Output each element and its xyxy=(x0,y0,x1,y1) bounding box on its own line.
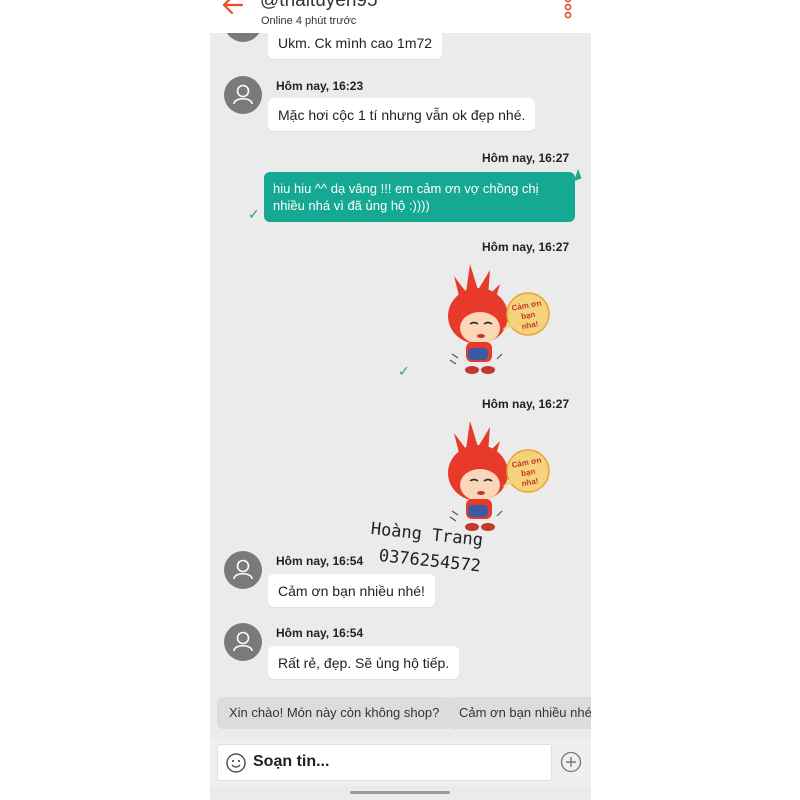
home-indicator xyxy=(350,791,450,794)
add-attachment-icon[interactable] xyxy=(560,751,582,773)
message-timestamp: Hôm nay, 16:27 xyxy=(482,240,570,254)
quick-replies-bar: Xin chào! Món này còn không shop? Cảm ơn… xyxy=(210,691,591,737)
quick-reply-chip[interactable]: Cảm ơn bạn nhiều nhé! xyxy=(447,697,591,729)
message-composer: Soạn tin... xyxy=(210,738,591,786)
online-status: Online 4 phút trước xyxy=(261,15,357,27)
message-timestamp: Hôm nay, 16:27 xyxy=(482,151,570,165)
outgoing-message-bubble[interactable]: hiu hiu ^^ dạ vâng !!! em cảm ơn vợ chồn… xyxy=(264,168,582,222)
emoji-icon[interactable] xyxy=(225,752,247,774)
message-timestamp: Hôm nay, 16:23 xyxy=(276,79,364,93)
contact-avatar[interactable] xyxy=(224,623,262,661)
thank-you-sticker[interactable]: Cảm ơn bạn nha! xyxy=(438,415,553,540)
chat-screen: @thaituyen95 Online 4 phút trước Ukm. Ck… xyxy=(210,0,591,800)
back-arrow-icon[interactable] xyxy=(220,0,246,18)
user-icon xyxy=(233,631,253,652)
incoming-message-bubble[interactable]: Rất rẻ, đẹp. Sẽ ủng hộ tiếp. xyxy=(268,646,460,679)
bubble-tail xyxy=(570,168,582,182)
contact-avatar[interactable] xyxy=(224,551,262,589)
contact-avatar[interactable] xyxy=(224,76,262,114)
user-icon xyxy=(233,559,253,580)
quick-reply-chip[interactable]: Xin chào! Món này còn không shop? xyxy=(217,697,452,729)
incoming-message-bubble[interactable]: Cảm ơn bạn nhiều nhé! xyxy=(268,574,435,607)
message-input-placeholder: Soạn tin... xyxy=(253,753,330,770)
message-line: nhiều nhá vì đã ủng hộ :)))) xyxy=(273,198,430,213)
contact-username: @thaituyen95 xyxy=(260,0,378,11)
message-line: hiu hiu ^^ dạ vâng !!! em cảm ơn vợ chồn… xyxy=(273,181,539,196)
sent-check-icon: ✓ xyxy=(398,363,410,379)
message-timestamp: Hôm nay, 16:54 xyxy=(276,626,364,640)
user-icon xyxy=(233,84,253,105)
chat-header: @thaituyen95 Online 4 phút trước xyxy=(210,0,591,33)
sent-check-icon: ✓ xyxy=(248,206,260,222)
watermark-phone: 0376254572 xyxy=(377,546,482,577)
more-options-icon[interactable] xyxy=(563,0,573,20)
message-input[interactable]: Soạn tin... xyxy=(217,744,552,781)
message-timestamp: Hôm nay, 16:54 xyxy=(276,554,364,568)
message-timestamp: Hôm nay, 16:27 xyxy=(482,397,570,411)
incoming-message-bubble[interactable]: Mặc hơi cộc 1 tí nhưng vẫn ok đẹp nhé. xyxy=(268,98,536,131)
thank-you-sticker[interactable]: Cảm ơn bạn nha! xyxy=(438,258,553,383)
